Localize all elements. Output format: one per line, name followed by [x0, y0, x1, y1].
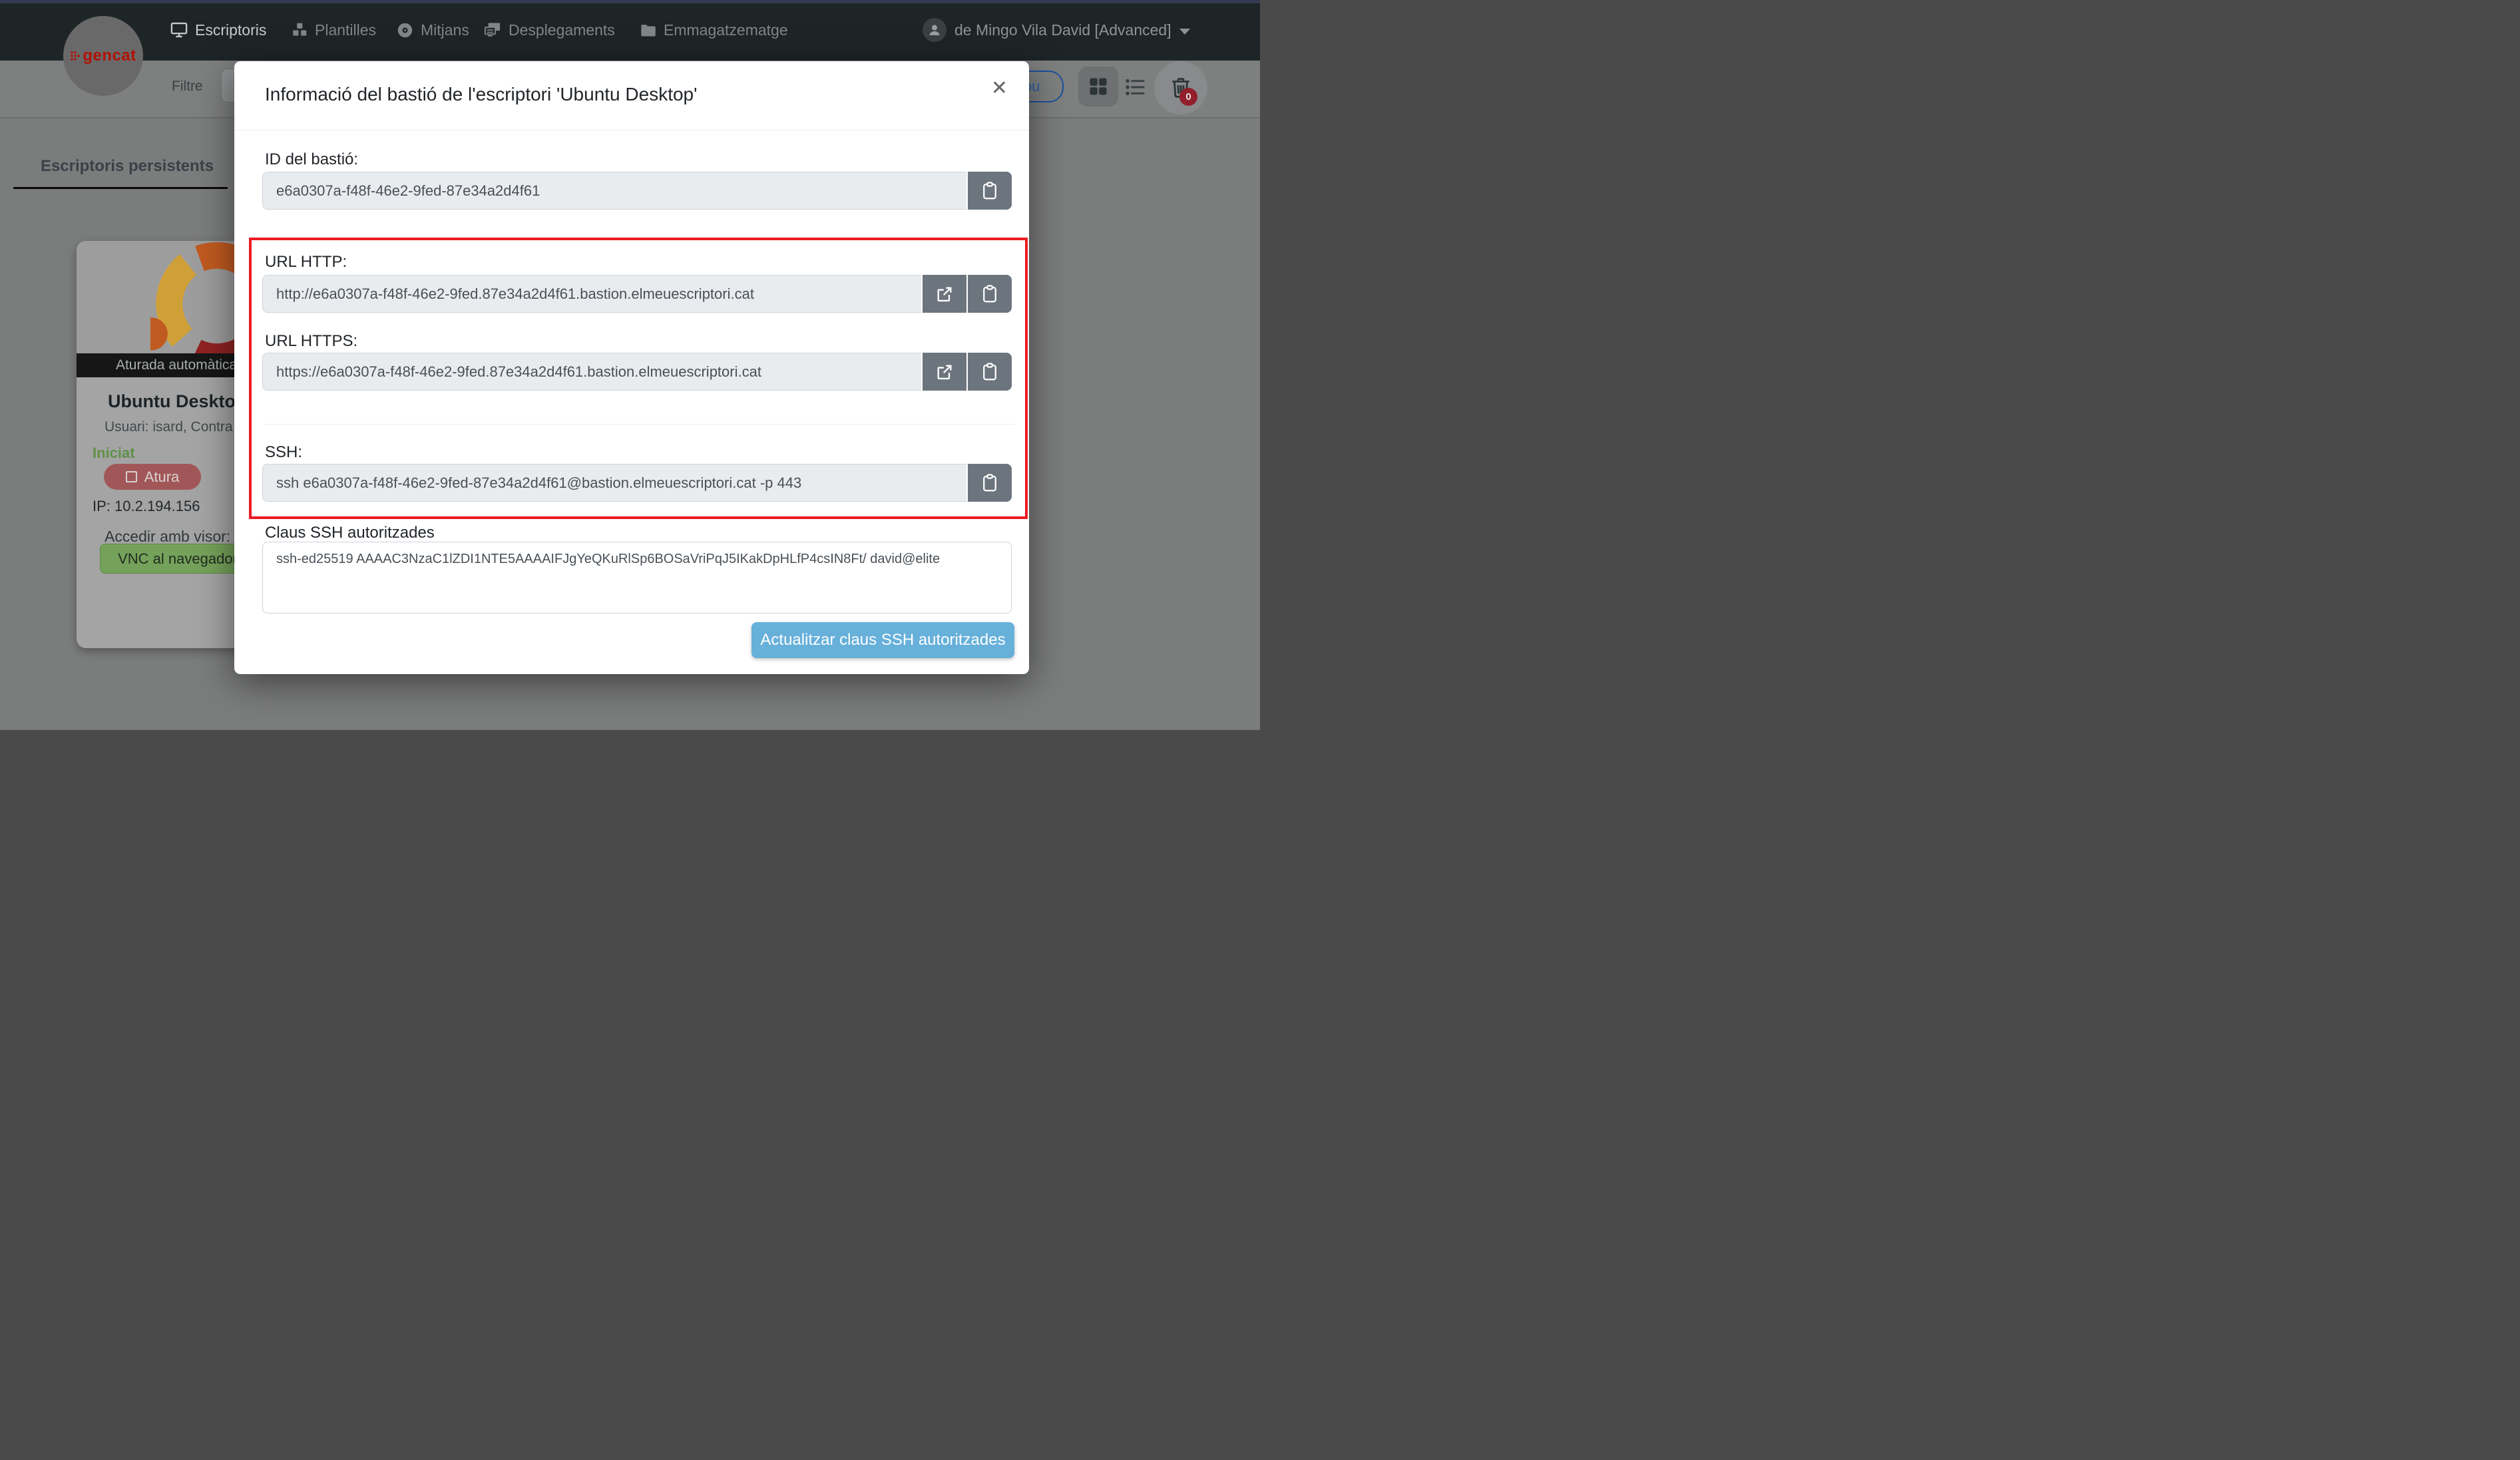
tab-escriptoris-persistents[interactable]: Escriptoris persistents	[27, 157, 228, 176]
authorized-keys-textarea[interactable]: ssh-ed25519 AAAAC3NzaC1lZDI1NTE5AAAAIFJg…	[262, 542, 1012, 614]
list-view-button[interactable]	[1122, 75, 1149, 100]
copy-url-https-button[interactable]	[968, 353, 1012, 391]
nav-item-desplegaments[interactable]: Desplegaments	[483, 15, 615, 45]
nav-item-escriptoris[interactable]: Escriptoris	[170, 15, 266, 45]
nav-label: Emmagatzematge	[664, 21, 788, 39]
deployments-icon	[483, 21, 502, 39]
card-state-badge: Iniciat	[93, 445, 135, 462]
nav-item-plantilles[interactable]: Plantilles	[291, 15, 376, 45]
open-url-http-button[interactable]	[923, 275, 966, 313]
clipboard-icon	[980, 180, 1000, 202]
copy-url-http-button[interactable]	[968, 275, 1012, 313]
trash-button[interactable]	[1154, 61, 1207, 114]
clipboard-icon	[980, 283, 1000, 305]
card-title: Ubuntu Desktop	[108, 391, 247, 412]
open-url-https-button[interactable]	[923, 353, 966, 391]
vnc-browser-button[interactable]: VNC al navegador	[100, 544, 256, 574]
media-icon	[396, 21, 414, 39]
nav-label: Mitjans	[421, 21, 469, 39]
bastion-info-modal: Informació del bastió de l'escriptori 'U…	[234, 61, 1029, 674]
external-link-icon	[935, 363, 954, 381]
brand-name: gencat	[83, 47, 136, 65]
tab-active-underline	[13, 187, 228, 189]
external-link-icon	[935, 285, 954, 303]
grid-icon	[1088, 77, 1108, 96]
templates-icon	[291, 21, 308, 39]
gencat-dots-icon	[70, 49, 81, 63]
app-window: gencat Escriptoris Plantilles Mitjans De…	[0, 0, 1260, 730]
stop-button-label: Atura	[144, 468, 180, 486]
stop-desktop-button[interactable]: Atura	[104, 464, 201, 490]
clipboard-icon	[980, 361, 1000, 383]
user-name: de Mingo Vila David [Advanced]	[954, 21, 1171, 39]
stop-icon	[126, 471, 137, 482]
nav-item-mitjans[interactable]: Mitjans	[396, 15, 469, 45]
bastion-id-group: e6a0307a-f48f-46e2-9fed-87e34a2d4f61	[262, 172, 1012, 210]
url-https-group: https://e6a0307a-f48f-46e2-9fed.87e34a2d…	[262, 353, 1012, 391]
clipboard-icon	[980, 472, 1000, 494]
url-https-label: URL HTTPS:	[265, 332, 357, 351]
list-icon	[1124, 77, 1147, 98]
grid-view-button[interactable]	[1078, 67, 1118, 106]
nav-label: Plantilles	[315, 21, 376, 39]
url-http-field[interactable]: http://e6a0307a-f48f-46e2-9fed.87e34a2d4…	[262, 275, 921, 313]
url-http-label: URL HTTP:	[265, 253, 347, 272]
update-ssh-keys-button[interactable]: Actualitzar claus SSH autoritzades	[751, 622, 1014, 658]
card-viewer-label: Accedir amb visor:	[105, 528, 230, 546]
close-icon[interactable]: ✕	[991, 79, 1008, 98]
nav-label: Desplegaments	[509, 21, 615, 39]
user-avatar	[923, 18, 946, 42]
card-credentials: Usuari: isard, Contra	[105, 419, 233, 435]
url-https-field[interactable]: https://e6a0307a-f48f-46e2-9fed.87e34a2d…	[262, 353, 921, 391]
ssh-label: SSH:	[265, 443, 302, 462]
ssh-group: ssh e6a0307a-f48f-46e2-9fed-87e34a2d4f61…	[262, 464, 1012, 502]
copy-bastion-id-button[interactable]	[968, 172, 1012, 210]
modal-title: Informació del bastió de l'escriptori 'U…	[265, 84, 697, 105]
nav-item-emmagatzematge[interactable]: Emmagatzematge	[639, 15, 788, 45]
brand-text: gencat	[70, 47, 136, 65]
bastion-id-label: ID del bastió:	[265, 150, 358, 169]
url-http-group: http://e6a0307a-f48f-46e2-9fed.87e34a2d4…	[262, 275, 1012, 313]
person-icon	[927, 22, 943, 38]
authorized-keys-label: Claus SSH autoritzades	[265, 524, 435, 542]
bastion-id-field[interactable]: e6a0307a-f48f-46e2-9fed-87e34a2d4f61	[262, 172, 966, 210]
card-ip: IP: 10.2.194.156	[93, 498, 200, 515]
ssh-field[interactable]: ssh e6a0307a-f48f-46e2-9fed-87e34a2d4f61…	[262, 464, 966, 502]
monitor-icon	[170, 21, 188, 39]
modal-section-divider	[265, 424, 1014, 425]
user-menu[interactable]: de Mingo Vila David [Advanced]	[923, 15, 1190, 45]
chevron-down-icon	[1179, 29, 1190, 35]
copy-ssh-button[interactable]	[968, 464, 1012, 502]
trash-count-badge: 0	[1179, 88, 1197, 106]
nav-label: Escriptoris	[195, 21, 266, 39]
storage-folder-icon	[639, 21, 657, 39]
filter-label: Filtre	[172, 79, 203, 94]
brand-logo[interactable]: gencat	[63, 16, 143, 96]
